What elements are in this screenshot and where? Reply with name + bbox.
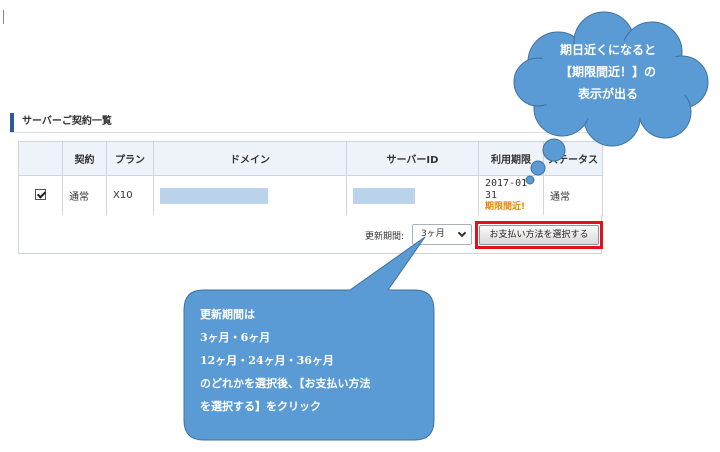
cloud-line: 期日近くになると xyxy=(559,43,656,57)
cloud-line: 表示が出る xyxy=(577,87,638,101)
bubble-line: を選択する】をクリック xyxy=(200,400,321,413)
bubble-line: 更新期間は xyxy=(200,308,255,321)
cloud-callout-text: 期日近くになると 【期限間近！】の 表示が出る xyxy=(535,39,681,105)
bubble-line: 12ヶ月・24ヶ月・36ヶ月 xyxy=(200,354,334,367)
cloud-line: 【期限間近！】の xyxy=(559,65,656,79)
bubble-callout-text: 更新期間は 3ヶ月・6ヶ月 12ヶ月・24ヶ月・36ヶ月 のどれかを選択後、【お… xyxy=(200,303,430,418)
bubble-line: 3ヶ月・6ヶ月 xyxy=(200,331,271,344)
bubble-line: のどれかを選択後、【お支払い方法 xyxy=(200,377,371,390)
